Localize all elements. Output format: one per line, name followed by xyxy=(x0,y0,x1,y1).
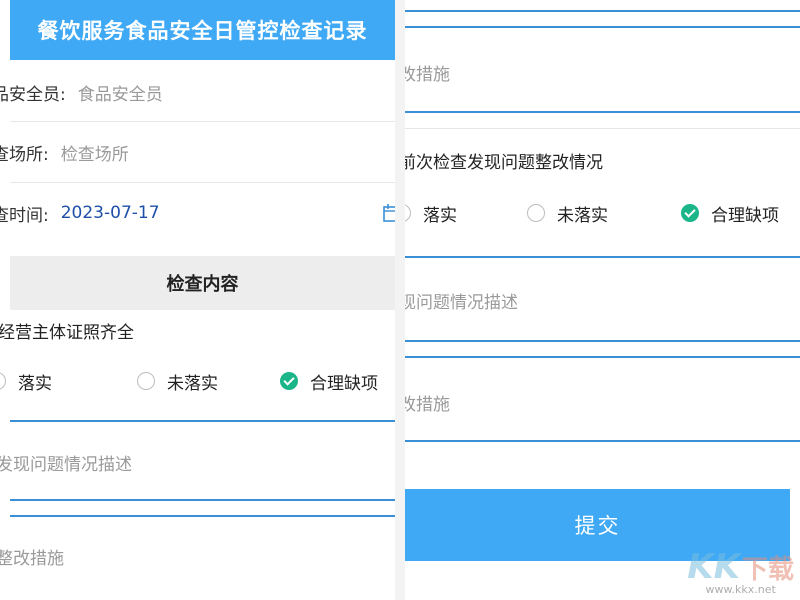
option-label: 落实 xyxy=(423,205,457,226)
inspection-place-input[interactable]: 检查场所 xyxy=(61,140,129,165)
input-underline xyxy=(10,515,395,517)
input-underline xyxy=(405,10,800,12)
option-label: 未落实 xyxy=(167,373,218,394)
radio-circle-icon[interactable] xyxy=(527,204,545,222)
option-implemented[interactable]: 落实 xyxy=(405,201,457,226)
option-implemented[interactable]: 落实 xyxy=(0,369,52,394)
safety-officer-input[interactable]: 食品安全员 xyxy=(78,80,163,105)
option-label: 合理缺项 xyxy=(310,373,378,394)
divider xyxy=(405,128,800,129)
inspection-place-field[interactable]: 查场所: 检查场所 xyxy=(0,122,395,182)
option-label: 落实 xyxy=(18,373,52,394)
input-underline xyxy=(10,420,395,422)
radio-circle-icon[interactable] xyxy=(137,372,155,390)
input-underline xyxy=(10,499,395,501)
input-underline xyxy=(405,256,800,258)
check-circle-icon[interactable] xyxy=(681,204,699,222)
right-form-panel: 改措施 前次检查发现问题整改情况 落实 未落实 合理缺项 现问题情况描述 改措施… xyxy=(405,0,800,600)
input-underline xyxy=(405,111,800,113)
form-title: 餐饮服务食品安全日管控检查记录 xyxy=(10,0,395,60)
input-underline xyxy=(405,26,800,28)
problem-description-input[interactable]: 现问题情况描述 xyxy=(405,288,518,313)
radio-circle-icon[interactable] xyxy=(0,372,6,390)
inspection-time-label: 查时间: xyxy=(0,205,49,226)
input-underline xyxy=(405,356,800,358)
input-underline xyxy=(405,340,800,342)
watermark-logo-zh: 下载 xyxy=(741,554,794,585)
calendar-icon[interactable] xyxy=(383,203,395,223)
problem-description-input[interactable]: 发现问题情况描述 xyxy=(0,450,132,475)
rectification-radio-group: 落实 未落实 合理缺项 xyxy=(405,198,800,228)
site-watermark: KK 下载 www.kkx.net xyxy=(687,547,794,596)
inspection-time-value[interactable]: 2023-07-17 xyxy=(61,203,160,223)
safety-officer-label: 品安全员: xyxy=(0,84,66,105)
watermark-logo: KK 下载 xyxy=(687,547,794,587)
question-license: 经营主体证照齐全 xyxy=(0,323,134,343)
inspection-time-field[interactable]: 查时间: 2023-07-17 xyxy=(0,183,395,243)
option-reasonable-missing[interactable]: 合理缺项 xyxy=(280,369,378,394)
watermark-logo-text: KK xyxy=(687,547,740,587)
panel-gap xyxy=(395,0,405,600)
safety-officer-field[interactable]: 品安全员: 食品安全员 xyxy=(0,62,395,122)
option-not-implemented[interactable]: 未落实 xyxy=(527,201,608,226)
option-label: 未落实 xyxy=(557,205,608,226)
left-form-panel: 餐饮服务食品安全日管控检查记录 品安全员: 食品安全员 查场所: 检查场所 查时… xyxy=(0,0,395,600)
question-previous-rectification: 前次检查发现问题整改情况 xyxy=(405,153,603,173)
license-radio-group: 落实 未落实 合理缺项 xyxy=(0,366,395,396)
rectification-measures-input[interactable]: 改措施 xyxy=(405,60,450,85)
option-not-implemented[interactable]: 未落实 xyxy=(137,369,218,394)
inspection-place-label: 查场所: xyxy=(0,144,49,165)
check-circle-icon[interactable] xyxy=(280,372,298,390)
rectification-measures-input[interactable]: 整改措施 xyxy=(0,544,64,569)
option-reasonable-missing[interactable]: 合理缺项 xyxy=(681,201,779,226)
section-title: 检查内容 xyxy=(10,256,395,310)
option-label: 合理缺项 xyxy=(711,205,779,226)
radio-circle-icon[interactable] xyxy=(405,204,411,222)
watermark-url: www.kkx.net xyxy=(705,583,776,596)
rectification-measures-input[interactable]: 改措施 xyxy=(405,390,450,415)
input-underline xyxy=(405,440,800,442)
